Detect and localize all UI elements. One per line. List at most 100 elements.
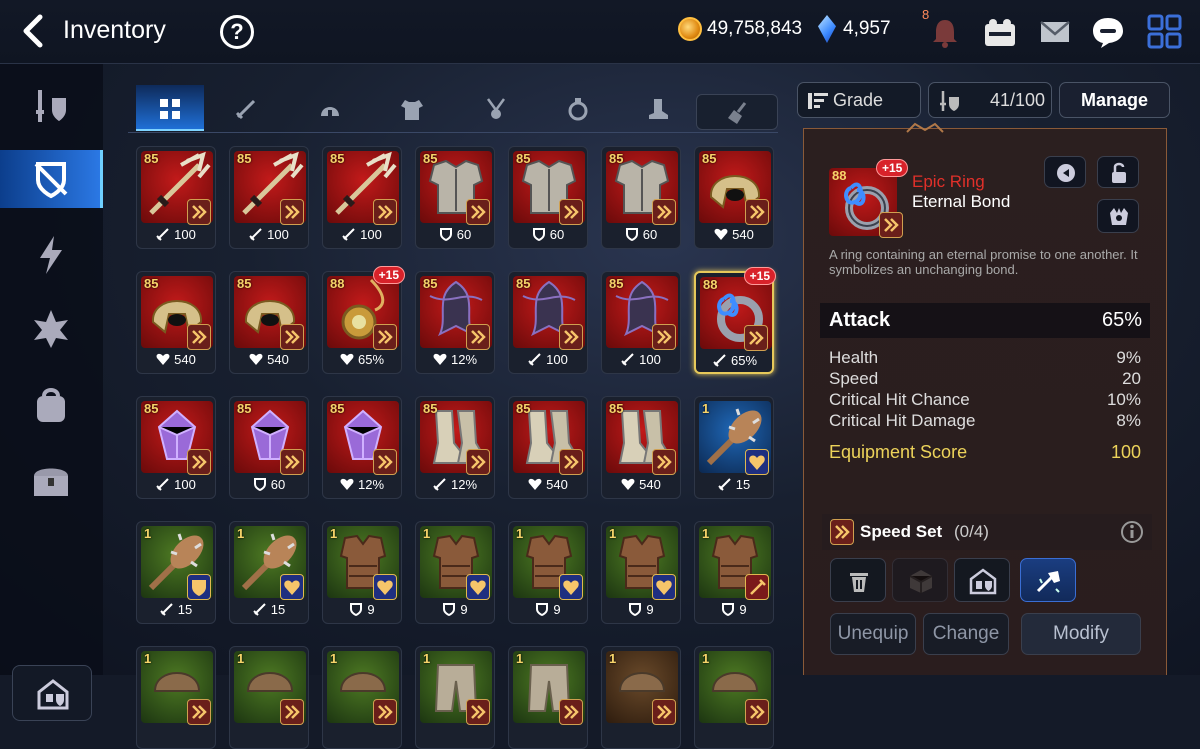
ring-icon: [568, 98, 588, 121]
inventory-item[interactable]: 19: [322, 521, 402, 624]
crystal-amount: 4,957: [843, 18, 891, 39]
item-level: 85: [423, 401, 438, 416]
discard-button[interactable]: [830, 558, 886, 602]
trash-icon: [850, 573, 868, 592]
enhance-button[interactable]: [1020, 558, 1076, 602]
sidebar-inventory-icon[interactable]: [28, 156, 74, 202]
inventory-item[interactable]: 1: [508, 646, 588, 749]
tab-helmet[interactable]: [296, 85, 364, 131]
inventory-item[interactable]: 85 60: [229, 396, 309, 499]
inventory-item[interactable]: 85 100: [229, 146, 309, 249]
inventory-item[interactable]: 19: [694, 521, 774, 624]
inventory-item[interactable]: 1: [694, 646, 774, 749]
inventory-item[interactable]: 1: [229, 646, 309, 749]
change-button[interactable]: Change: [923, 613, 1009, 655]
inventory-item[interactable]: 85 540: [601, 396, 681, 499]
inventory-item[interactable]: 19: [601, 521, 681, 624]
inventory-item[interactable]: 88 +15 65%: [694, 267, 776, 374]
team-icon[interactable]: [980, 12, 1020, 52]
inventory-item[interactable]: 1 15: [136, 521, 216, 624]
sort-label: Grade: [833, 90, 884, 110]
item-stat: 100: [137, 477, 215, 492]
item-stat: 540: [509, 477, 587, 492]
share-button[interactable]: [1044, 156, 1086, 188]
defense-stat-icon: [722, 603, 735, 617]
inventory-item[interactable]: 85 100: [601, 271, 681, 374]
defense-stat-icon: [253, 478, 266, 492]
sidebar-artifact-icon[interactable]: [28, 306, 74, 352]
manage-button[interactable]: Manage: [1059, 82, 1170, 118]
item-level: 85: [516, 276, 531, 291]
filter-broom-button[interactable]: [696, 94, 778, 130]
crystal-icon[interactable]: [818, 15, 836, 43]
tab-all[interactable]: [136, 85, 204, 131]
attack-stat-icon: [713, 354, 726, 367]
tab-necklace[interactable]: [462, 85, 530, 131]
item-level: 85: [516, 401, 531, 416]
inventory-item[interactable]: 85 540: [136, 271, 216, 374]
sort-grade-button[interactable]: Grade: [797, 82, 921, 118]
inventory-item[interactable]: 1 15: [694, 396, 774, 499]
lock-button[interactable]: [1097, 156, 1139, 188]
item-level: 85: [609, 401, 624, 416]
capacity-display[interactable]: 41/100: [928, 82, 1052, 118]
speed-set-icon: [187, 199, 211, 225]
inventory-item[interactable]: 85 100: [136, 396, 216, 499]
inventory-item[interactable]: 85 60: [601, 146, 681, 249]
inventory-item[interactable]: 85 60: [508, 146, 588, 249]
category-tabs: [128, 85, 778, 133]
hero-equipped-button[interactable]: [1097, 199, 1139, 233]
inventory-item[interactable]: 85 12%: [322, 396, 402, 499]
sidebar-chest-icon[interactable]: [28, 458, 74, 504]
mail-icon[interactable]: [1035, 12, 1075, 52]
modify-button[interactable]: Modify: [1021, 613, 1141, 655]
inventory-item[interactable]: 85 540: [229, 271, 309, 374]
inventory-item[interactable]: 1: [601, 646, 681, 749]
unequip-button[interactable]: Unequip: [830, 613, 916, 655]
inventory-item[interactable]: 1: [136, 646, 216, 749]
info-icon[interactable]: [1120, 520, 1144, 544]
inventory-item[interactable]: 85 540: [694, 146, 774, 249]
sidebar-equipment-icon[interactable]: [28, 84, 74, 130]
inventory-item[interactable]: 85 100: [508, 271, 588, 374]
gold-amount: 49,758,843: [707, 18, 803, 39]
sidebar-lightning-icon[interactable]: [28, 232, 74, 278]
inventory-item[interactable]: 85 100: [136, 146, 216, 249]
sidebar-storage-button[interactable]: [12, 665, 92, 721]
inventory-item[interactable]: 85 12%: [415, 271, 495, 374]
tab-ring[interactable]: [544, 85, 612, 131]
inventory-item[interactable]: 1: [322, 646, 402, 749]
inventory-item[interactable]: 19: [415, 521, 495, 624]
item-grade: Epic Ring: [912, 172, 985, 191]
tab-boots[interactable]: [624, 85, 692, 131]
back-arrow-icon[interactable]: [18, 14, 52, 48]
speed-set-icon: [466, 699, 490, 725]
attack-stat-icon: [342, 228, 355, 241]
gold-coin-icon[interactable]: [678, 17, 702, 41]
item-level: 85: [609, 151, 624, 166]
heart-set-icon: [280, 574, 304, 600]
storehouse-icon: [969, 568, 997, 595]
item-stat: 12%: [323, 477, 401, 492]
store-button[interactable]: [954, 558, 1010, 602]
heart-set-icon: [559, 574, 583, 600]
inventory-item[interactable]: 85 100: [322, 146, 402, 249]
defense-stat-icon: [536, 603, 549, 617]
item-level: 85: [237, 276, 252, 291]
inventory-item[interactable]: 88 +15 65%: [322, 266, 405, 374]
grid-menu-icon[interactable]: [1145, 12, 1185, 52]
chat-icon[interactable]: [1088, 12, 1128, 52]
extract-button[interactable]: [892, 558, 948, 602]
inventory-item[interactable]: 85 540: [508, 396, 588, 499]
tab-weapon[interactable]: [212, 85, 280, 131]
help-icon[interactable]: ?: [220, 15, 254, 49]
inventory-item[interactable]: 85 12%: [415, 396, 495, 499]
inventory-item[interactable]: 19: [508, 521, 588, 624]
inventory-item[interactable]: 1 15: [229, 521, 309, 624]
tab-armor[interactable]: [378, 85, 446, 131]
sidebar-bag-icon[interactable]: [28, 382, 74, 428]
bell-icon[interactable]: [925, 12, 965, 52]
inventory-item[interactable]: 1: [415, 646, 495, 749]
inventory-item[interactable]: 85 60: [415, 146, 495, 249]
item-stat: 9: [323, 602, 401, 617]
